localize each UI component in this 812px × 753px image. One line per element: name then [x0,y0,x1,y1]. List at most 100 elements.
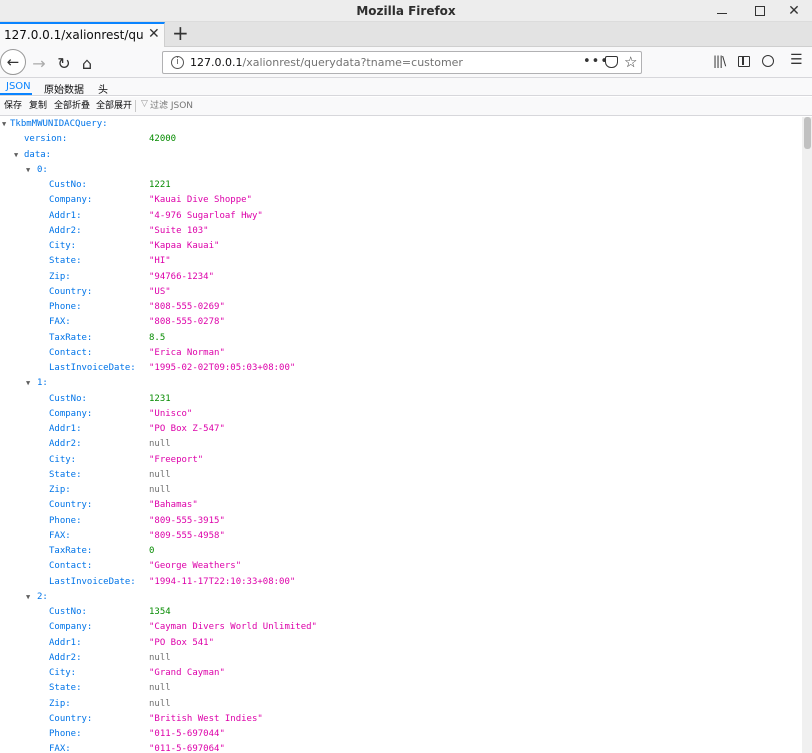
tree-row: Contact: "George Weathers" [0,559,802,574]
home-icon[interactable]: ⌂ [75,51,99,75]
info-icon[interactable]: i [171,56,184,69]
tree-row: FAX: "011-5-697064" [0,742,802,753]
tree-row: Zip: "94766-1234" [0,270,802,285]
json-value: "British West Indies" [149,713,263,724]
json-key: 2: [37,591,48,602]
json-key: FAX: [49,317,71,328]
json-key: 0: [37,164,48,175]
json-value: "Freeport" [149,454,204,465]
json-value: "US" [149,286,171,297]
tree-row: Phone: "011-5-697044" [0,727,802,742]
library-icon[interactable]: |||\ [713,54,726,68]
url-host: 127.0.0.1 [190,56,243,69]
json-key: FAX: [49,530,71,541]
json-key: Phone: [49,729,82,739]
close-icon: ✕ [788,3,800,19]
window-titlebar: Mozilla Firefox ✕ [0,0,812,22]
json-key: State: [49,256,82,267]
json-key: CustNo: [49,180,87,190]
expand-arrow-icon[interactable]: ▼ [2,117,6,132]
tree-node[interactable]: ▼ 0: [0,163,802,178]
json-value: null [149,485,171,495]
json-key: Addr1: [49,637,82,648]
json-key: Country: [49,713,93,724]
minimize-icon [717,12,727,14]
json-value: 1221 [149,180,171,190]
tree-row: FAX: "809-555-4958" [0,529,802,544]
json-key: Contact: [49,347,93,358]
pocket-icon[interactable] [605,56,618,68]
filter-json-input[interactable] [150,99,270,113]
json-key: Addr1: [49,210,82,221]
tree-row: Addr2: null [0,651,802,666]
minimize-button[interactable] [704,0,740,22]
json-key: TaxRate: [49,332,93,343]
expand-arrow-icon[interactable]: ▼ [26,163,30,178]
tab-headers[interactable]: 头 [98,81,108,96]
json-key: data: [24,149,52,160]
json-key: TaxRate: [49,546,93,556]
url-text[interactable]: 127.0.0.1/xalionrest/querydata?tname=cus… [190,56,463,69]
json-key: Addr2: [49,652,82,663]
json-key: LastInvoiceDate: [49,576,136,587]
json-key: FAX: [49,744,71,753]
json-value: "809-555-4958" [149,530,225,541]
json-key: City: [49,454,77,465]
json-key: Addr2: [49,225,82,236]
new-tab-icon[interactable]: + [172,21,189,45]
expand-all-button[interactable]: 全部展开 [96,99,132,113]
tab-json[interactable]: JSON [6,81,31,92]
active-tab-indicator [0,93,32,95]
forward-arrow-icon[interactable]: → [27,51,51,75]
tree-node[interactable]: ▼ 1: [0,376,802,391]
copy-button[interactable]: 复制 [29,99,47,113]
json-key: Phone: [49,515,82,526]
tree-row: Addr2: null [0,437,802,452]
json-key: Addr1: [49,424,82,434]
tree-row: Company: "Unisco" [0,407,802,422]
hamburger-menu-icon[interactable]: ☰ [790,52,803,68]
tree-row: City: "Grand Cayman" [0,666,802,681]
tree-row: Country: "British West Indies" [0,712,802,727]
expand-arrow-icon[interactable]: ▼ [26,590,30,605]
close-window-button[interactable]: ✕ [776,0,812,22]
scrollbar-thumb[interactable] [804,117,811,149]
json-value: "Kauai Dive Shoppe" [149,195,252,206]
json-key: City: [49,241,77,251]
star-icon[interactable]: ☆ [624,53,637,71]
json-key: Zip: [49,485,71,495]
vertical-scrollbar[interactable] [802,117,812,753]
json-value: "George Weathers" [149,561,242,572]
url-bar[interactable]: i 127.0.0.1/xalionrest/querydata?tname=c… [162,51,642,74]
tree-row: CustNo: 1221 [0,178,802,193]
tab-raw-data[interactable]: 原始数据 [44,81,84,96]
tree-row: Zip: null [0,697,802,712]
reload-icon[interactable]: ↻ [52,51,76,75]
expand-arrow-icon[interactable]: ▼ [14,148,18,163]
json-value: "808-555-0269" [149,302,225,312]
json-key: Zip: [49,698,71,709]
expand-arrow-icon[interactable]: ▼ [26,376,30,391]
tree-row: Addr1: "PO Box 541" [0,636,802,651]
save-button[interactable]: 保存 [4,99,22,113]
collapse-all-button[interactable]: 全部折叠 [54,99,90,113]
tree-row: Zip: null [0,483,802,498]
tree-row: City: "Freeport" [0,453,802,468]
tree-row: Company: "Cayman Divers World Unlimited" [0,620,802,635]
json-key: Zip: [49,271,71,282]
maximize-button[interactable] [742,0,778,22]
tree-node[interactable]: ▼ data: [0,148,802,163]
json-key: Company: [49,408,93,419]
back-arrow-icon[interactable]: ← [0,49,26,75]
tree-row: LastInvoiceDate: "1994-11-17T22:10:33+08:… [0,575,802,590]
filter-icon: ▽ [141,99,148,109]
json-key: CustNo: [49,607,87,617]
sidebar-icon[interactable] [738,56,750,67]
tree-node[interactable]: ▼ 2: [0,590,802,605]
tree-row: Phone: "809-555-3915" [0,514,802,529]
account-icon[interactable] [762,55,774,67]
tab-close-icon[interactable]: ✕ [148,26,160,42]
browser-tab[interactable]: 127.0.0.1/xalionrest/querydata? ✕ [0,22,165,47]
json-value: "Kapaa Kauai" [149,241,220,251]
tree-node[interactable]: ▼ TkbmMWUNIDACQuery: [0,117,802,132]
